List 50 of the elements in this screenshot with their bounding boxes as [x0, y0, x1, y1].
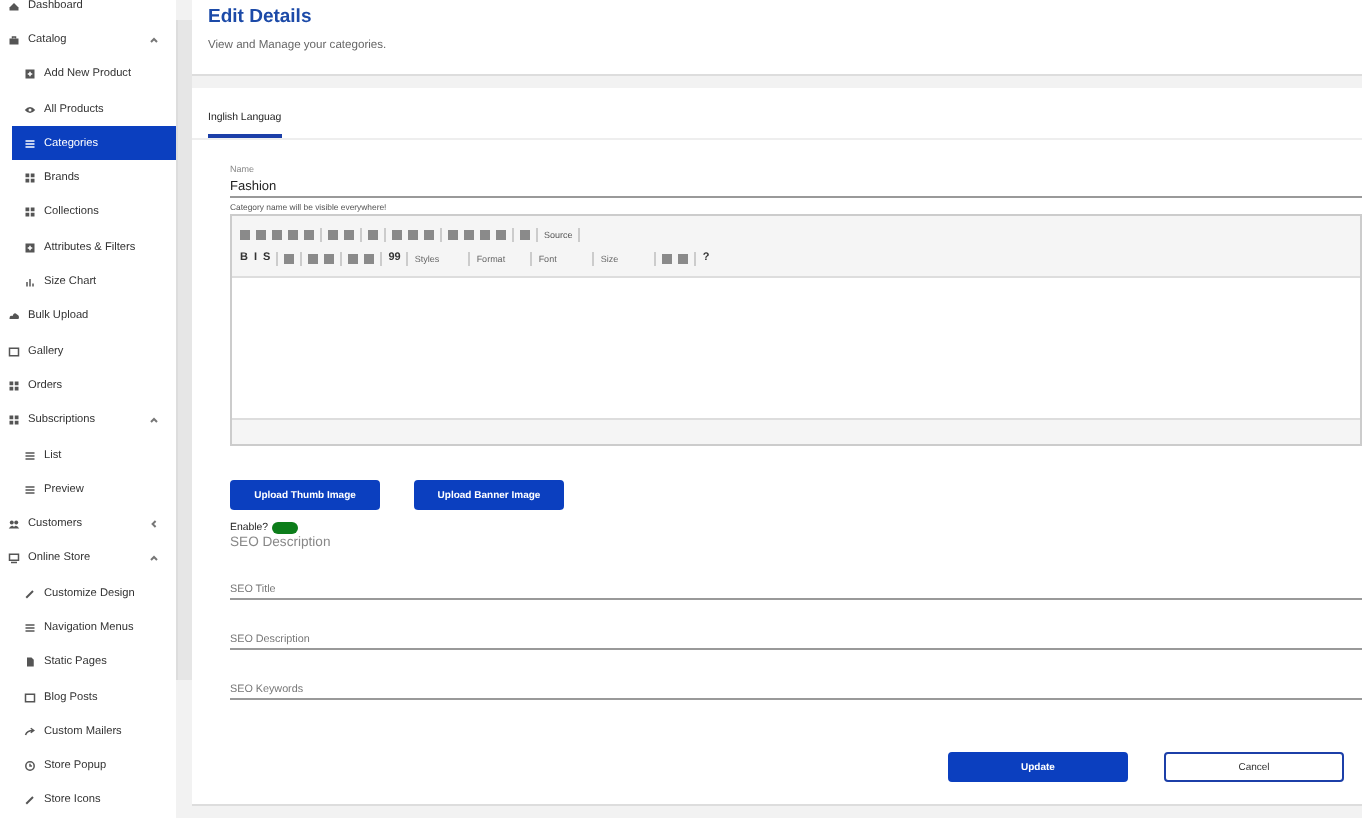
toolbar-square-icon[interactable]: [392, 229, 402, 239]
toolbar-square-icon[interactable]: [240, 229, 250, 239]
toolbar-square-icon[interactable]: [324, 253, 335, 263]
toolbar-square-icon[interactable]: [288, 229, 298, 239]
toolbar-square-icon[interactable]: [304, 229, 314, 239]
toolbar-square-icon[interactable]: [662, 253, 673, 263]
toolbar-square-icon[interactable]: [344, 229, 354, 239]
grid-icon: [8, 379, 20, 392]
toggle-switch[interactable]: [272, 522, 299, 534]
page-icon: [24, 656, 36, 669]
toolbar-square-icon[interactable]: [272, 229, 282, 239]
cloud-icon: [8, 310, 20, 323]
toolbar-square-icon[interactable]: [424, 229, 434, 239]
grid-icon: [24, 172, 36, 185]
toolbar-square-icon[interactable]: [364, 253, 375, 263]
eye-icon: [24, 103, 36, 116]
plus-box-icon: [24, 241, 36, 254]
grid-icon: [8, 414, 20, 427]
toolbar-square-icon[interactable]: [348, 253, 359, 263]
clock-icon: [24, 760, 36, 773]
toolbar-square-icon[interactable]: [448, 229, 458, 239]
scrollbar[interactable]: [176, 20, 192, 680]
list-icon: [24, 137, 36, 150]
toolbar-square-icon[interactable]: [408, 229, 418, 239]
image-icon: [24, 691, 36, 704]
people-icon: [8, 518, 20, 531]
page-title: Edit Details: [208, 6, 314, 28]
toolbar-square-icon[interactable]: [520, 229, 530, 239]
share-arrow-icon: [24, 725, 36, 738]
toolbar-square-icon[interactable]: [480, 229, 490, 239]
toolbar-square-icon[interactable]: [328, 229, 338, 239]
image-icon: [8, 345, 20, 358]
bag-icon: [8, 33, 20, 46]
pencil-icon: [24, 794, 36, 807]
toolbar-square-icon[interactable]: [678, 253, 689, 263]
home-icon: [8, 0, 20, 12]
grid-icon: [24, 206, 36, 219]
toolbar-square-icon[interactable]: [256, 229, 266, 239]
list-icon: [24, 449, 36, 461]
list-icon: [24, 621, 36, 634]
toolbar-square-icon[interactable]: [496, 229, 506, 239]
toolbar-square-icon[interactable]: [464, 229, 474, 239]
monitor-icon: [8, 552, 20, 565]
toolbar-square-icon[interactable]: [308, 253, 319, 263]
list-icon: [24, 483, 36, 496]
toolbar-square-icon[interactable]: [284, 253, 295, 263]
toolbar-square-icon[interactable]: [368, 229, 378, 239]
pencil-icon: [24, 587, 36, 600]
plus-box-icon: [24, 68, 36, 81]
bar-chart-icon: [24, 276, 36, 289]
